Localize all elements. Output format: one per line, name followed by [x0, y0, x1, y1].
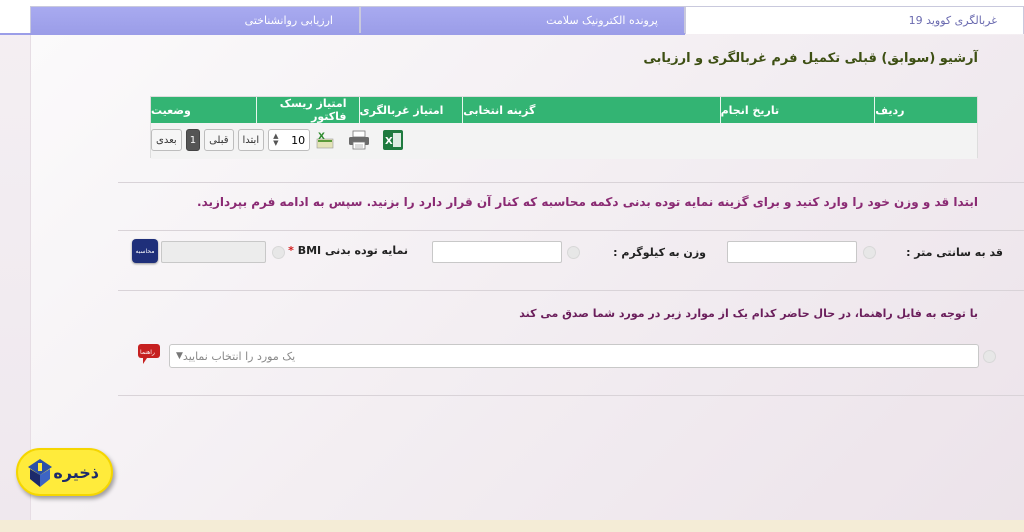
- height-input[interactable]: [727, 241, 857, 263]
- divider: [118, 290, 1024, 291]
- excel-icon[interactable]: X: [382, 129, 404, 151]
- next-page-button[interactable]: بعدی: [151, 129, 182, 151]
- print-icon[interactable]: [348, 129, 370, 151]
- tab-psychological-assessment[interactable]: ارزیابی روانشناختی: [30, 6, 360, 34]
- pager: بعدی 1 قبلی ابتدا ▲ ▼ 10 X X: [151, 127, 404, 153]
- grid-header: ردیف تاریخ انجام گزینه انتخابی امتیاز غر…: [151, 97, 977, 123]
- svg-text:X: X: [318, 132, 325, 142]
- column-header-date[interactable]: تاریخ انجام: [719, 97, 875, 123]
- weight-label: وزن به کیلوگرم :: [613, 246, 706, 259]
- tab-label: پرونده الکترونیک سلامت: [546, 14, 658, 27]
- condition-select[interactable]: یک مورد را انتخاب نمایید ▼: [169, 344, 979, 368]
- prev-page-button[interactable]: قبلی: [204, 129, 234, 151]
- svg-text:X: X: [385, 136, 393, 147]
- guide-icon[interactable]: راهنما: [137, 343, 161, 365]
- save-label: ذخیره: [53, 462, 99, 482]
- tab-label: ارزیابی روانشناختی: [244, 14, 333, 27]
- question-radio[interactable]: [983, 350, 996, 363]
- bmi-output: [161, 241, 266, 263]
- archive-title: آرشیو (سوابق) قبلی تکمیل فرم غربالگری و …: [643, 51, 978, 66]
- tab-covid-screening[interactable]: غربالگری کووید 19: [685, 6, 1024, 34]
- question-text: با توجه به فایل راهنما، در حال حاضر کدام…: [519, 307, 978, 320]
- page-size-select[interactable]: ▲ ▼ 10: [268, 129, 311, 151]
- first-page-button[interactable]: ابتدا: [237, 129, 265, 151]
- bottom-strip: [0, 520, 1024, 532]
- bmi-label: نمایه توده بدنی BMI *: [288, 244, 408, 257]
- height-label: قد به سانتی متر :: [906, 246, 1003, 259]
- calculate-button[interactable]: محاسبه: [132, 239, 158, 263]
- required-marker: *: [288, 244, 294, 257]
- current-page-button[interactable]: 1: [185, 129, 201, 151]
- select-placeholder: یک مورد را انتخاب نمایید: [182, 349, 296, 363]
- column-header-screening-score[interactable]: امتیاز غربالگری: [358, 97, 463, 123]
- column-header-selected-option[interactable]: گزینه انتخابی: [462, 97, 719, 123]
- university-logo-icon: [28, 459, 52, 487]
- column-header-risk-score[interactable]: امتیاز ریسک فاکتور: [255, 97, 359, 123]
- divider: [118, 395, 1024, 396]
- weight-radio[interactable]: [567, 246, 580, 259]
- weight-input[interactable]: [432, 241, 562, 263]
- height-radio[interactable]: [863, 246, 876, 259]
- save-button[interactable]: ذخیره: [16, 448, 113, 496]
- grid-body: بعدی 1 قبلی ابتدا ▲ ▼ 10 X X: [151, 123, 977, 159]
- column-header-status[interactable]: وضعیت: [151, 97, 256, 123]
- spinner-icon: ▲ ▼: [273, 132, 279, 147]
- calculate-label: محاسبه: [135, 247, 155, 255]
- bmi-label-text: نمایه توده بدنی BMI: [297, 244, 408, 257]
- tab-bar: غربالگری کووید 19 پرونده الکترونیک سلامت…: [0, 0, 1024, 35]
- tab-label: غربالگری کووید 19: [908, 14, 997, 27]
- excel-export-icon[interactable]: X: [314, 129, 336, 151]
- bmi-radio[interactable]: [272, 246, 285, 259]
- chevron-down-icon: ▼: [176, 351, 183, 361]
- guide-label: راهنما: [140, 349, 155, 356]
- tab-electronic-health-record[interactable]: پرونده الکترونیک سلامت: [360, 6, 685, 34]
- page-size-value: 10: [291, 133, 306, 147]
- instruction-text: ابتدا قد و وزن خود را وارد کنید و برای گ…: [197, 195, 978, 209]
- divider: [118, 182, 1024, 183]
- archive-grid: ردیف تاریخ انجام گزینه انتخابی امتیاز غر…: [150, 96, 978, 159]
- divider: [118, 230, 1024, 231]
- column-header-row[interactable]: ردیف: [874, 97, 977, 123]
